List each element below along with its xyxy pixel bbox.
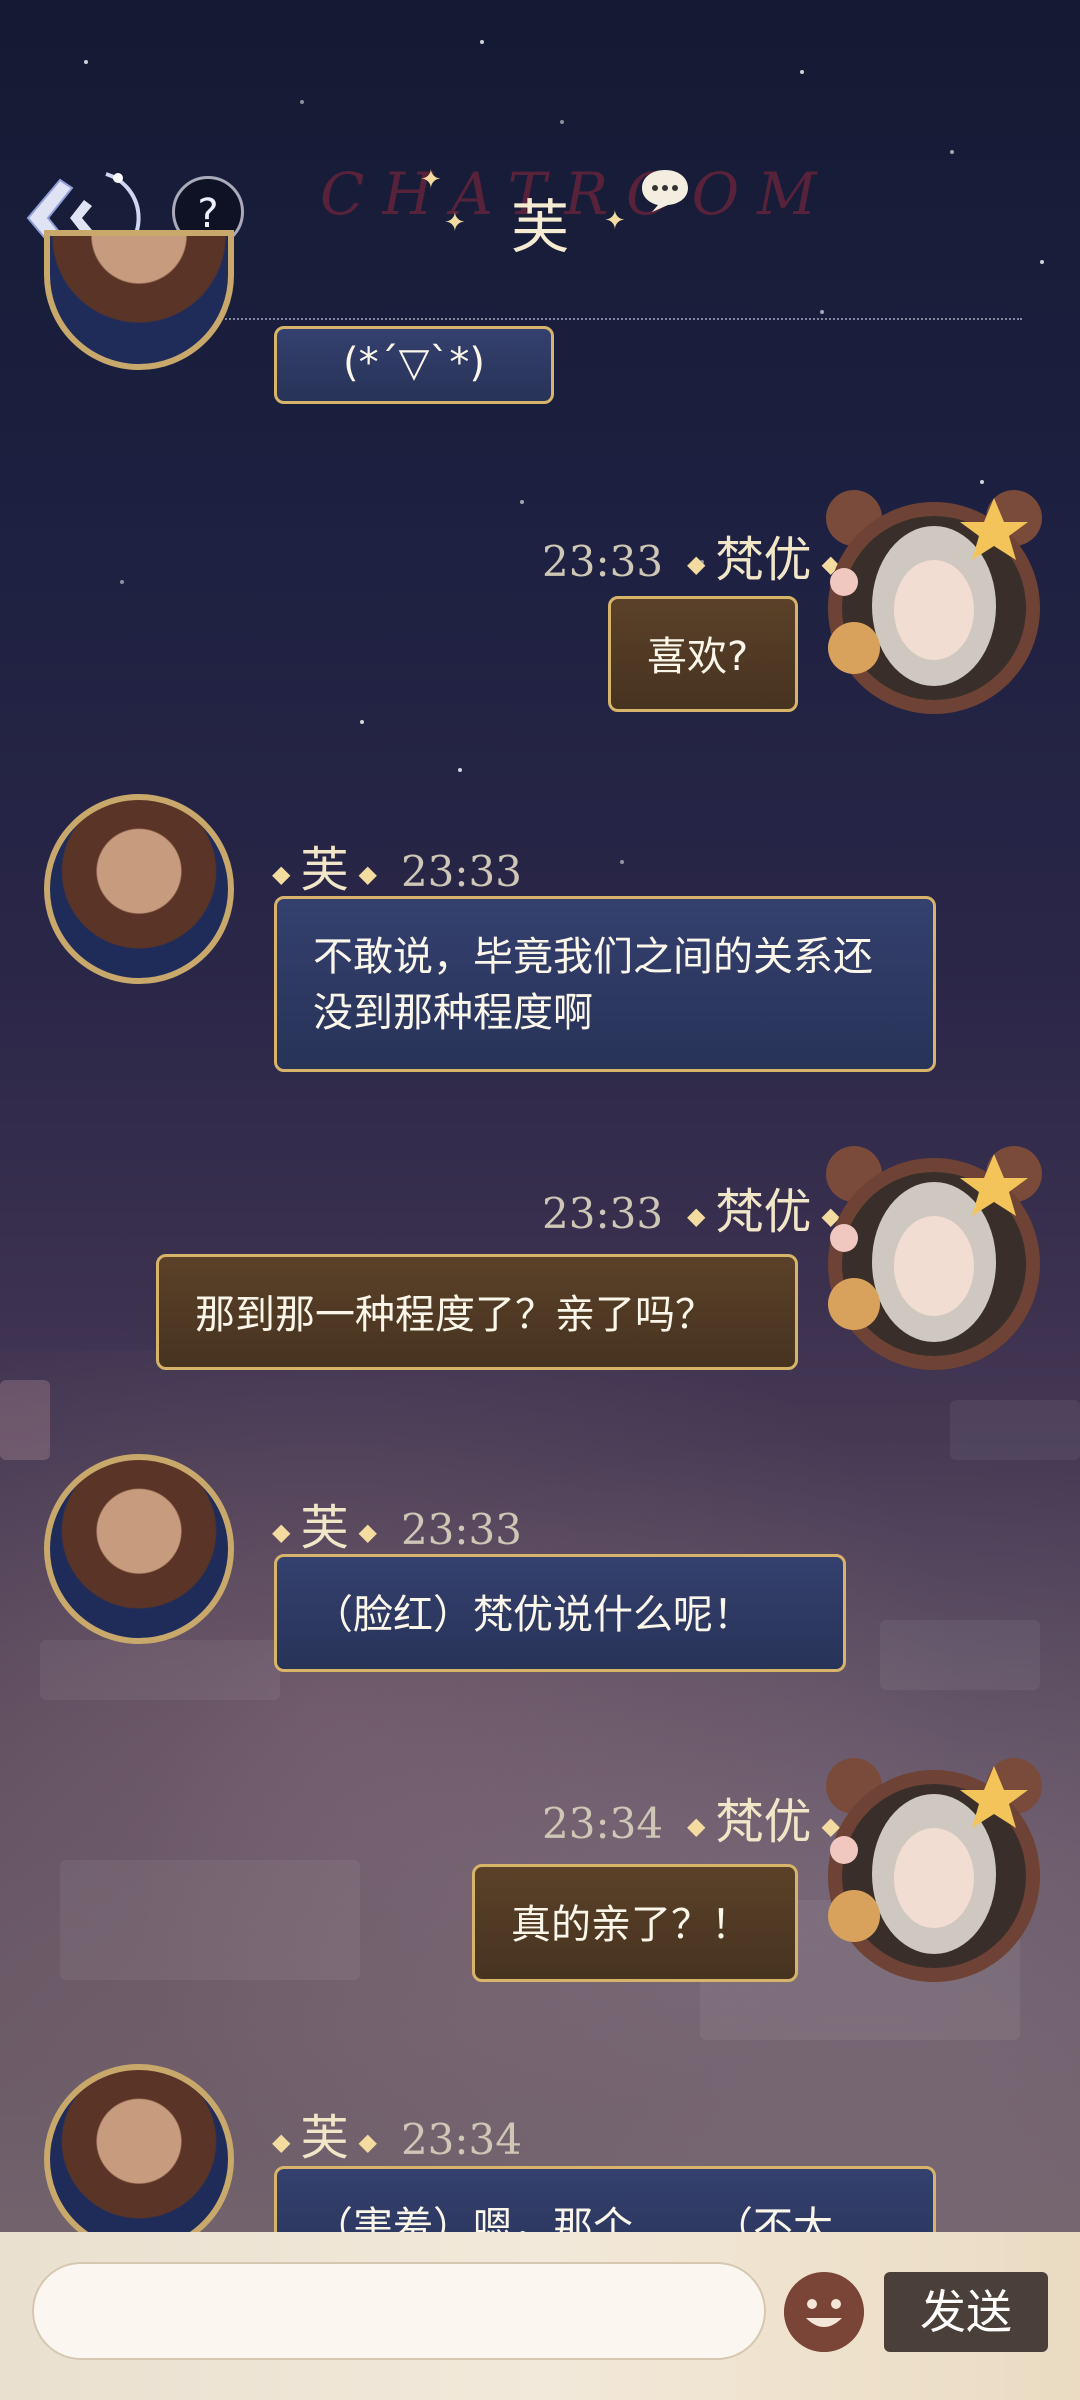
message-text: (*´▽`*) bbox=[343, 340, 485, 386]
avatar-fu[interactable] bbox=[44, 1454, 234, 1644]
message-text: 喜欢? bbox=[647, 634, 749, 680]
message-time: 23:33 bbox=[542, 1189, 664, 1238]
sender-name: 芙 bbox=[300, 1500, 349, 1556]
message-input-bar: 发送 bbox=[0, 2232, 1080, 2400]
message-text: （脸红）梵优说什么呢！ bbox=[313, 1592, 753, 1638]
chat-bubble-icon bbox=[642, 170, 688, 212]
message-bubble: （脸红）梵优说什么呢！ bbox=[274, 1554, 846, 1672]
message-header: ◆ 芙 ◆ 23:34 bbox=[272, 2110, 522, 2166]
avatar-fanyou[interactable] bbox=[814, 478, 1054, 718]
emoji-icon[interactable] bbox=[784, 2272, 864, 2352]
message-header: 23:33 ◆ 梵优 ◆ bbox=[542, 1184, 840, 1240]
sender-name: 梵优 bbox=[715, 1184, 812, 1240]
sender-name: 芙 bbox=[300, 842, 349, 898]
avatar-fanyou[interactable] bbox=[814, 1746, 1054, 1986]
message-header: ◆ 芙 ◆ 23:33 bbox=[272, 842, 522, 898]
message-bubble: 喜欢? bbox=[608, 596, 798, 712]
message-time: 23:33 bbox=[400, 1505, 522, 1554]
message-time: 23:34 bbox=[542, 1799, 664, 1848]
avatar-fu[interactable] bbox=[44, 2064, 234, 2254]
message-time: 23:34 bbox=[400, 2115, 522, 2164]
sender-name: 芙 bbox=[300, 2110, 349, 2166]
message-bubble: 真的亲了？！ bbox=[472, 1864, 798, 1982]
message-header: ◆ 芙 ◆ 23:33 bbox=[272, 1500, 522, 1556]
message-text: 那到那一种程度了？亲了吗？ bbox=[195, 1292, 715, 1338]
message-text: 真的亲了？！ bbox=[511, 1902, 751, 1948]
sender-name: 梵优 bbox=[715, 1794, 812, 1850]
message-bubble: (*´▽`*) bbox=[274, 326, 554, 404]
avatar-fu[interactable] bbox=[44, 794, 234, 984]
send-button[interactable]: 发送 bbox=[884, 2272, 1048, 2352]
message-input[interactable] bbox=[32, 2262, 766, 2360]
sender-name: 梵优 bbox=[715, 532, 812, 588]
message-text: 不敢说，毕竟我们之间的关系还没到那种程度啊 bbox=[313, 934, 873, 1036]
message-bubble: 不敢说，毕竟我们之间的关系还没到那种程度啊 bbox=[274, 896, 936, 1072]
avatar-fanyou[interactable] bbox=[814, 1134, 1054, 1374]
avatar-fu[interactable] bbox=[44, 230, 234, 370]
message-bubble: 那到那一种程度了？亲了吗？ bbox=[156, 1254, 798, 1370]
message-time: 23:33 bbox=[400, 847, 522, 896]
message-header: 23:33 ◆ 梵优 ◆ bbox=[542, 532, 840, 588]
message-header: 23:34 ◆ 梵优 ◆ bbox=[542, 1794, 840, 1850]
message-time: 23:33 bbox=[542, 537, 664, 586]
